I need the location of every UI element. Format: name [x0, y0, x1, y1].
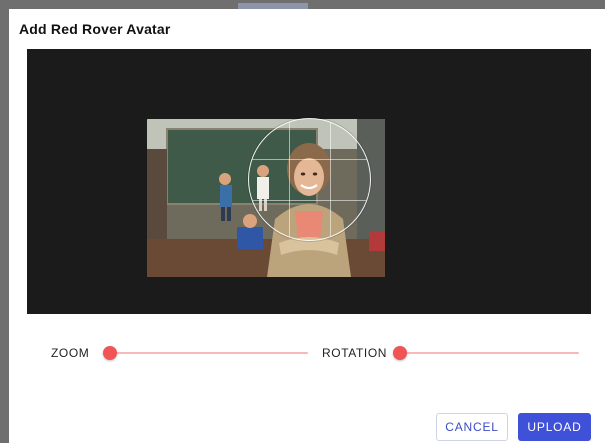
crop-grid-line: [249, 159, 370, 160]
crop-grid-line: [330, 119, 331, 240]
upload-button[interactable]: UPLOAD: [518, 413, 591, 441]
cancel-button[interactable]: CANCEL: [436, 413, 508, 441]
zoom-slider-thumb[interactable]: [103, 346, 117, 360]
zoom-label: ZOOM: [51, 346, 90, 360]
rotation-label: ROTATION: [322, 346, 388, 360]
rotation-slider-thumb[interactable]: [393, 346, 407, 360]
dialog-title: Add Red Rover Avatar: [19, 21, 171, 37]
crop-grid-line: [289, 119, 290, 240]
image-cropper[interactable]: [27, 49, 591, 314]
crop-area-circle[interactable]: [248, 118, 371, 241]
zoom-slider-track[interactable]: [105, 352, 308, 354]
crop-grid-line: [249, 200, 370, 201]
rotation-slider-track[interactable]: [397, 352, 579, 354]
slider-row: ZOOM ROTATION: [0, 340, 605, 366]
